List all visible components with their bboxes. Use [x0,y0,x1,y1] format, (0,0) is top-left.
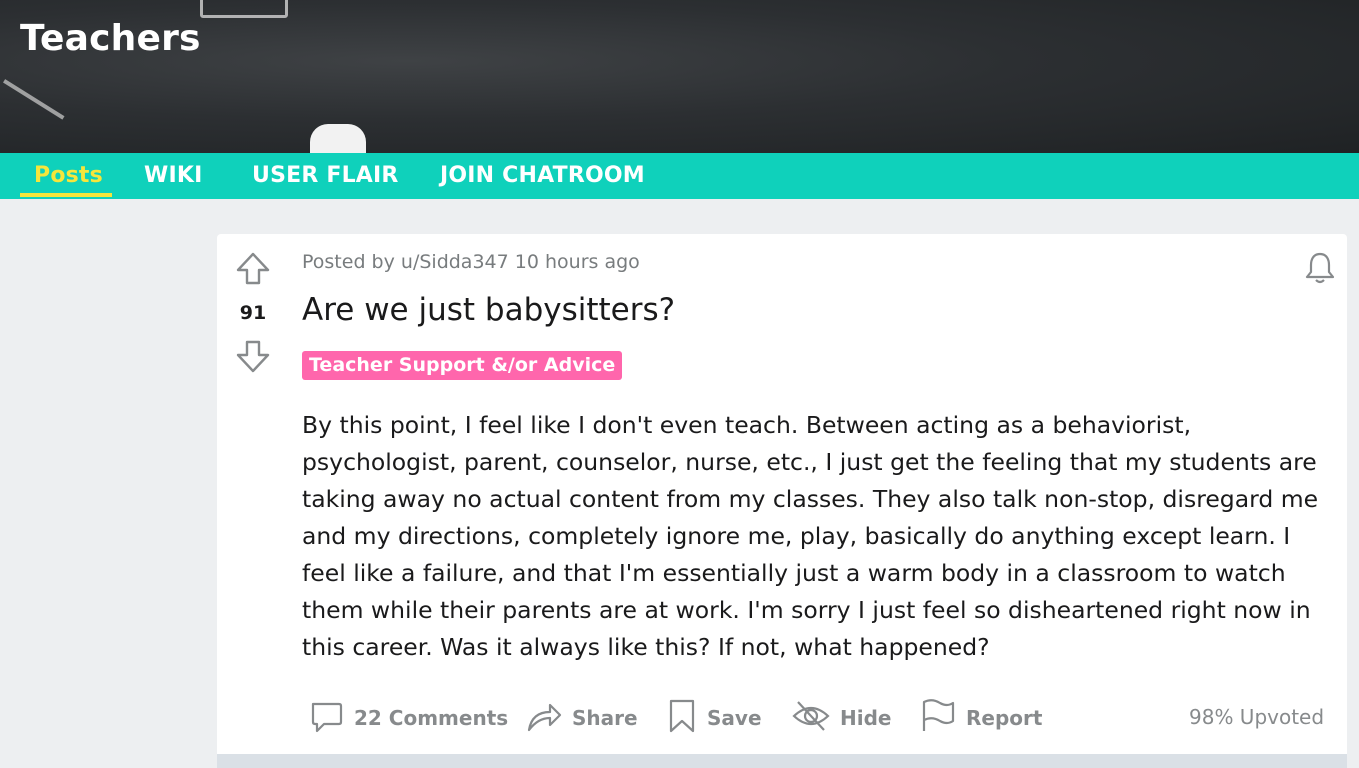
vote-count: 91 [239,302,267,324]
downvote-arrow-icon[interactable] [235,338,271,374]
report-label: Report [966,706,1043,730]
comment-icon [308,698,344,739]
tab-join-chatroom[interactable]: JOIN CHATROOM [440,163,645,188]
post-meta: Posted by u/Sidda347 10 hours ago [302,251,640,273]
save-button[interactable]: Save [667,696,762,740]
upvote-ratio: 98% Upvoted [1189,705,1325,729]
subreddit-title: Teachers [20,18,201,59]
post-time[interactable]: 10 hours ago [515,251,640,273]
author-link[interactable]: u/Sidda347 [401,251,509,273]
share-arrow-icon [526,698,562,739]
report-button[interactable]: Report [920,696,1042,740]
hide-button[interactable]: Hide [792,696,891,740]
share-label: Share [572,706,638,730]
banner-chalk-decoration [0,79,65,135]
tab-wiki[interactable]: WIKI [144,163,203,188]
post-title[interactable]: Are we just babysitters? [302,292,675,328]
next-card-edge [217,754,1347,768]
tab-posts[interactable]: Posts [34,163,103,188]
banner-eraser-decoration [310,124,366,153]
upvote-arrow-icon[interactable] [235,251,271,287]
tab-user-flair[interactable]: USER FLAIR [252,163,399,188]
banner-chalkboard-decoration [200,0,288,18]
comments-button[interactable]: 22 Comments [308,696,508,740]
hide-label: Hide [840,706,892,730]
flag-icon [920,698,956,739]
comments-label: 22 Comments [354,706,509,730]
post-card: 91 Posted by u/Sidda347 10 hours ago Are… [217,234,1347,754]
share-button[interactable]: Share [526,696,638,740]
subreddit-nav: Posts WIKI USER FLAIR JOIN CHATROOM [0,153,1359,199]
post-body: By this point, I feel like I don't even … [302,411,1319,661]
bell-icon[interactable] [1302,250,1338,286]
post-flair[interactable]: Teacher Support &/or Advice [302,351,623,380]
posted-by-label: Posted by [302,251,395,273]
bookmark-icon [667,698,697,739]
save-label: Save [707,706,762,730]
active-tab-indicator [20,193,112,197]
eye-slash-icon [792,698,830,739]
subreddit-banner: Teachers [0,0,1359,153]
